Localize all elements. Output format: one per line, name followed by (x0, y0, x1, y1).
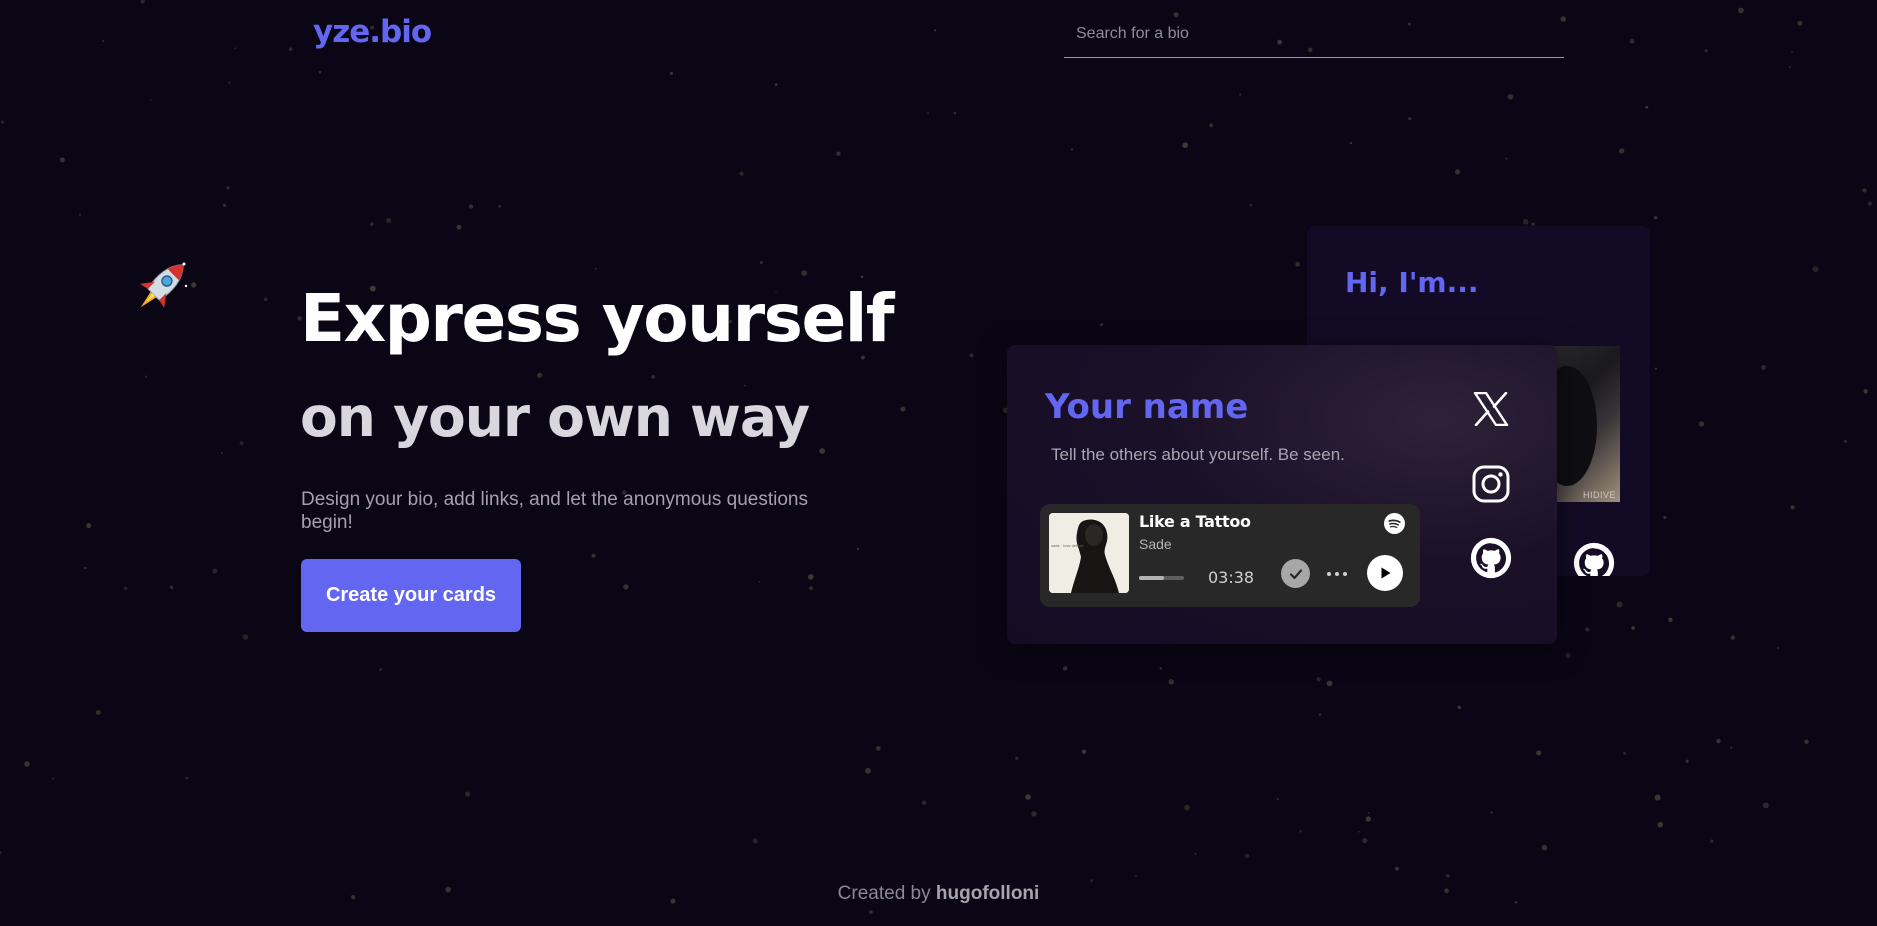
author-link[interactable]: hugofolloni (936, 883, 1039, 904)
saved-check-button[interactable] (1281, 559, 1310, 588)
song-title[interactable]: Like a Tattoo (1139, 512, 1251, 531)
spotify-icon[interactable] (1384, 513, 1405, 534)
search-input[interactable] (1064, 14, 1564, 54)
github-icon (1470, 537, 1512, 579)
hero-subtitle: on your own way (300, 385, 810, 449)
footer-credit: Created by hugofolloni (0, 883, 1877, 905)
github-icon[interactable] (1573, 542, 1615, 576)
instagram-icon (1472, 465, 1510, 503)
x-icon (1473, 392, 1509, 426)
album-cover: sade · love deluxe (1049, 513, 1129, 593)
playback-progress[interactable] (1139, 576, 1184, 580)
search-bar[interactable] (1064, 14, 1564, 58)
card-name: Your name (1045, 387, 1249, 427)
footer-prefix: Created by (837, 883, 931, 904)
back-card-title: Hi, I'm... (1345, 266, 1479, 299)
more-options-button[interactable] (1322, 562, 1352, 586)
more-icon (1327, 572, 1347, 576)
hero-description: Design your bio, add links, and let the … (301, 489, 808, 533)
play-button[interactable] (1367, 555, 1403, 591)
photo-watermark: HIDIVE (1582, 490, 1616, 500)
spotify-embed[interactable]: sade · love deluxe Like a Tattoo Sade 03… (1040, 504, 1420, 607)
play-icon (1381, 567, 1391, 579)
instagram-social-link[interactable] (1469, 462, 1513, 506)
github-social-link[interactable] (1469, 536, 1513, 580)
preview-front-card: Your name Tell the others about yourself… (1007, 345, 1557, 644)
card-bio: Tell the others about yourself. Be seen. (1051, 445, 1345, 464)
check-icon (1289, 568, 1302, 579)
back-card-photo: HIDIVE (1547, 346, 1620, 502)
site-logo[interactable]: yze.bio (313, 14, 432, 50)
song-artist[interactable]: Sade (1139, 536, 1172, 552)
create-cards-button[interactable]: Create your cards (301, 559, 521, 632)
track-duration: 03:38 (1208, 568, 1255, 587)
x-social-link[interactable] (1469, 387, 1513, 431)
hero-title: Express yourself (300, 280, 895, 357)
rocket-icon (140, 262, 188, 308)
